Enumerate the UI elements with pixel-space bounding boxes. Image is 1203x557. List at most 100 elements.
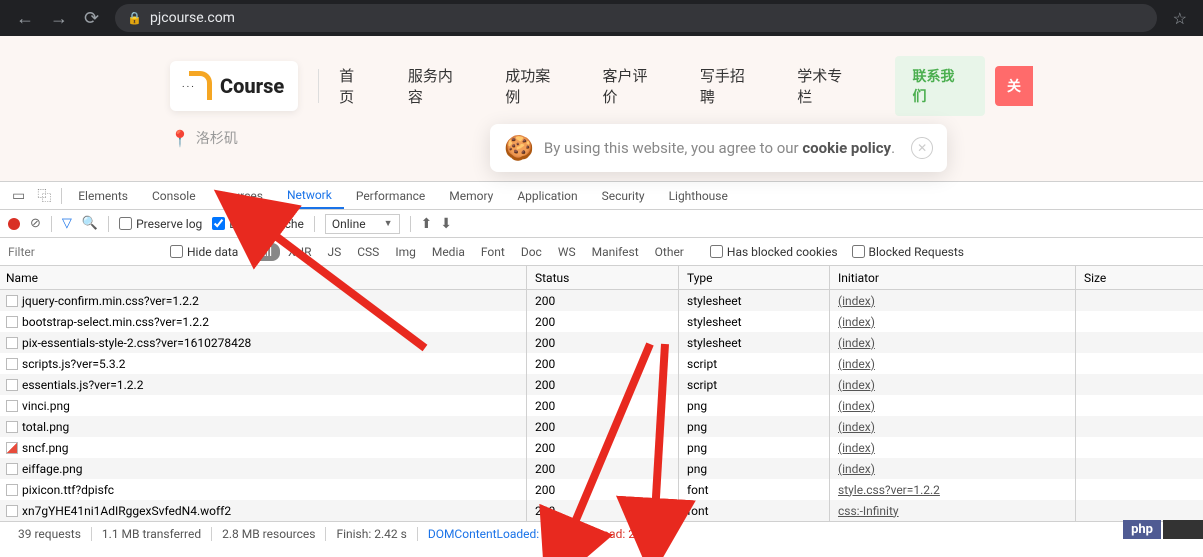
tab-sources[interactable]: Sources — [208, 182, 275, 209]
watermark: php — [1123, 520, 1161, 539]
col-size[interactable]: Size — [1076, 266, 1203, 289]
clear-icon[interactable]: ⊘ — [30, 216, 41, 231]
cookie-close-icon[interactable]: ✕ — [911, 137, 933, 159]
cell-type: script — [679, 353, 830, 374]
bookmark-star-icon[interactable]: ☆ — [1173, 9, 1187, 28]
initiator-link[interactable]: (index) — [838, 399, 875, 413]
status-requests: 39 requests — [8, 527, 92, 541]
table-row[interactable]: total.png200png(index) — [0, 416, 1203, 437]
nav-hiring[interactable]: 写手招聘 — [700, 65, 757, 107]
initiator-link[interactable]: css:-Infinity — [838, 504, 899, 518]
file-name: eiffage.png — [22, 462, 83, 476]
tab-lighthouse[interactable]: Lighthouse — [657, 182, 740, 209]
pill-img[interactable]: Img — [387, 243, 424, 261]
inspect-icon[interactable]: ▭ — [6, 188, 31, 204]
table-row[interactable]: bootstrap-select.min.css?ver=1.2.2200sty… — [0, 311, 1203, 332]
has-blocked-checkbox[interactable]: Has blocked cookies — [710, 245, 838, 259]
pill-xhr[interactable]: XHR — [280, 243, 319, 261]
cell-size — [1076, 290, 1203, 311]
col-initiator[interactable]: Initiator — [830, 266, 1076, 289]
nav-reviews[interactable]: 客户评价 — [603, 65, 660, 107]
file-icon — [6, 337, 18, 349]
tab-performance[interactable]: Performance — [344, 182, 437, 209]
site-logo[interactable]: Course — [170, 61, 298, 111]
table-row[interactable]: essentials.js?ver=1.2.2200script(index) — [0, 374, 1203, 395]
initiator-link[interactable]: (index) — [838, 420, 875, 434]
record-icon[interactable] — [8, 218, 20, 230]
pill-doc[interactable]: Doc — [513, 243, 550, 261]
nav-services[interactable]: 服务内容 — [408, 65, 465, 107]
disable-cache-checkbox[interactable]: Disable cache — [212, 217, 304, 231]
cell-type: script — [679, 374, 830, 395]
back-icon[interactable]: ← — [16, 8, 34, 29]
nav-home[interactable]: 首页 — [339, 65, 368, 107]
tab-network[interactable]: Network — [275, 182, 344, 209]
pill-font[interactable]: Font — [473, 243, 513, 261]
contact-button[interactable]: 联系我们 — [895, 56, 985, 116]
tab-application[interactable]: Application — [505, 182, 589, 209]
reload-icon[interactable]: ⟳ — [84, 8, 99, 29]
file-name: total.png — [22, 420, 69, 434]
table-row[interactable]: vinci.png200png(index) — [0, 395, 1203, 416]
upload-icon[interactable]: ⬆ — [421, 216, 433, 232]
throttle-select[interactable]: Online▼ — [325, 214, 400, 234]
cell-type: stylesheet — [679, 311, 830, 332]
initiator-link[interactable]: (index) — [838, 294, 875, 308]
nav-academic[interactable]: 学术专栏 — [797, 65, 854, 107]
pill-ws[interactable]: WS — [550, 243, 584, 261]
initiator-link[interactable]: (index) — [838, 441, 875, 455]
filter-icon[interactable]: ▽ — [62, 216, 72, 231]
forward-icon[interactable]: → — [50, 8, 68, 29]
blocked-requests-checkbox[interactable]: Blocked Requests — [852, 245, 964, 259]
status-resources: 2.8 MB resources — [212, 527, 326, 541]
cell-status: 200 — [527, 353, 679, 374]
table-row[interactable]: sncf.png200png(index) — [0, 437, 1203, 458]
file-name: bootstrap-select.min.css?ver=1.2.2 — [22, 315, 209, 329]
initiator-link[interactable]: (index) — [838, 378, 875, 392]
tab-elements[interactable]: Elements — [66, 182, 140, 209]
initiator-link[interactable]: style.css?ver=1.2.2 — [838, 483, 940, 497]
table-row[interactable]: pixicon.ttf?dpisfc200fontstyle.css?ver=1… — [0, 479, 1203, 500]
table-row[interactable]: pix-essentials-style-2.css?ver=161027842… — [0, 332, 1203, 353]
table-row[interactable]: scripts.js?ver=5.3.2200script(index) — [0, 353, 1203, 374]
pill-all[interactable]: All — [250, 243, 280, 261]
status-load: Load: 2.40 s — [586, 527, 671, 541]
cell-type: stylesheet — [679, 332, 830, 353]
initiator-link[interactable]: (index) — [838, 315, 875, 329]
pill-other[interactable]: Other — [647, 243, 692, 261]
filter-input[interactable] — [0, 238, 170, 265]
cell-status: 200 — [527, 395, 679, 416]
col-status[interactable]: Status — [527, 266, 679, 289]
preserve-log-checkbox[interactable]: Preserve log — [119, 217, 202, 231]
pill-js[interactable]: JS — [320, 243, 350, 261]
tab-security[interactable]: Security — [590, 182, 657, 209]
table-row[interactable]: jquery-confirm.min.css?ver=1.2.2200style… — [0, 290, 1203, 311]
cell-status: 200 — [527, 479, 679, 500]
pill-css[interactable]: CSS — [349, 243, 387, 261]
col-name[interactable]: Name — [0, 266, 527, 289]
table-row[interactable]: eiffage.png200png(index) — [0, 458, 1203, 479]
initiator-link[interactable]: (index) — [838, 357, 875, 371]
table-row[interactable]: xn7gYHE41ni1AdIRggexSvfedN4.woff2200font… — [0, 500, 1203, 521]
cookie-policy-link[interactable]: cookie policy — [802, 139, 891, 157]
cell-type: png — [679, 437, 830, 458]
logo-text: Course — [220, 74, 284, 98]
col-type[interactable]: Type — [679, 266, 830, 289]
tab-memory[interactable]: Memory — [437, 182, 505, 209]
hide-data-checkbox[interactable]: Hide data — [170, 245, 238, 259]
initiator-link[interactable]: (index) — [838, 336, 875, 350]
pill-manifest[interactable]: Manifest — [584, 243, 647, 261]
address-bar[interactable]: 🔒 pjcourse.com — [115, 4, 1157, 32]
device-icon[interactable]: ⿻ — [31, 186, 57, 206]
about-button[interactable]: 关 — [995, 66, 1033, 106]
cell-size — [1076, 332, 1203, 353]
filter-bar: Hide data All XHR JS CSS Img Media Font … — [0, 238, 1203, 266]
download-icon[interactable]: ⬇ — [440, 216, 452, 232]
initiator-link[interactable]: (index) — [838, 462, 875, 476]
cell-type: png — [679, 458, 830, 479]
nav-cases[interactable]: 成功案例 — [505, 65, 562, 107]
pill-media[interactable]: Media — [424, 243, 473, 261]
search-icon[interactable]: 🔍 — [82, 216, 98, 231]
file-icon — [6, 442, 18, 454]
tab-console[interactable]: Console — [140, 182, 208, 209]
